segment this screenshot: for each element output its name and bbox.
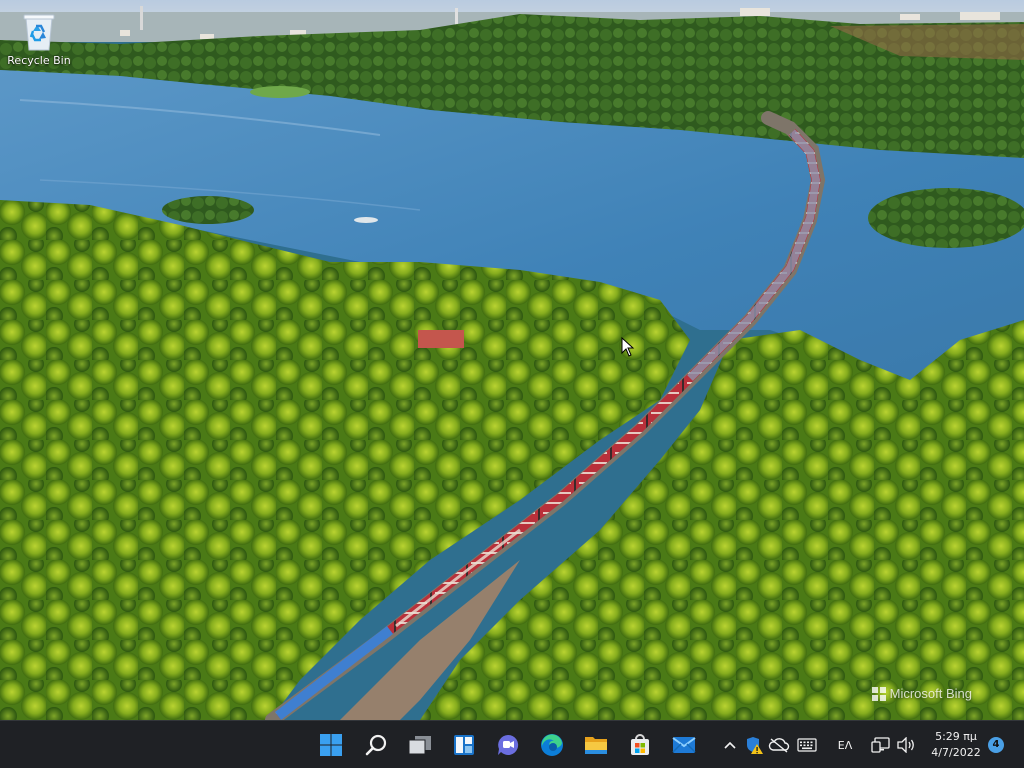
shield-warning-icon <box>747 737 763 754</box>
keyboard-icon <box>797 738 817 752</box>
start-button[interactable] <box>313 727 349 763</box>
mouse-cursor-icon <box>621 337 635 357</box>
desktop-icon-label: Recycle Bin <box>7 54 71 67</box>
watermark-text: Microsoft Bing <box>889 686 972 701</box>
security-tray-button[interactable] <box>744 733 766 757</box>
widgets-button[interactable] <box>446 727 482 763</box>
clock-date: 4/7/2022 <box>931 746 981 759</box>
mail-button[interactable] <box>666 727 702 763</box>
onedrive-tray-button[interactable] <box>768 733 790 757</box>
recycle-bin-icon <box>23 14 55 51</box>
input-language-button[interactable]: ΕΛ <box>832 733 858 757</box>
wallpaper <box>0 0 1024 720</box>
speaker-icon <box>897 737 914 753</box>
chat-button[interactable] <box>490 727 526 763</box>
windows-logo-icon <box>320 734 342 756</box>
touch-keyboard-button[interactable] <box>795 733 819 757</box>
store-button[interactable] <box>622 727 658 763</box>
folder-icon <box>585 737 607 754</box>
task-view-icon <box>408 736 431 755</box>
store-icon <box>631 734 649 755</box>
wallpaper-watermark: Microsoft Bing <box>871 686 972 701</box>
input-language-label: ΕΛ <box>837 738 853 752</box>
notification-badge[interactable]: 4 <box>988 737 1004 753</box>
edge-button[interactable] <box>534 727 570 763</box>
show-hidden-icons-button[interactable] <box>720 733 740 757</box>
chevron-up-icon <box>724 741 736 749</box>
search-button[interactable] <box>358 727 394 763</box>
desktop[interactable]: Recycle Bin Microsoft Bing ΕΛ 5:29 πμ 4/… <box>0 0 1024 768</box>
file-explorer-button[interactable] <box>578 727 614 763</box>
clock[interactable]: 5:29 πμ 4/7/2022 <box>922 729 990 761</box>
network-tray-button[interactable] <box>870 733 892 757</box>
mail-icon <box>672 737 696 753</box>
edge-icon <box>541 734 563 756</box>
search-icon <box>365 734 387 756</box>
desktop-icon-recycle-bin[interactable]: Recycle Bin <box>4 8 74 76</box>
network-icon <box>871 737 890 753</box>
clock-time: 5:29 πμ <box>935 730 977 743</box>
widgets-icon <box>454 735 474 755</box>
taskbar: ΕΛ 5:29 πμ 4/7/2022 4 <box>0 720 1024 768</box>
cloud-off-icon <box>768 738 790 753</box>
chat-icon <box>498 734 519 755</box>
volume-tray-button[interactable] <box>895 733 917 757</box>
task-view-button[interactable] <box>402 727 438 763</box>
microsoft-logo-icon <box>871 686 886 701</box>
